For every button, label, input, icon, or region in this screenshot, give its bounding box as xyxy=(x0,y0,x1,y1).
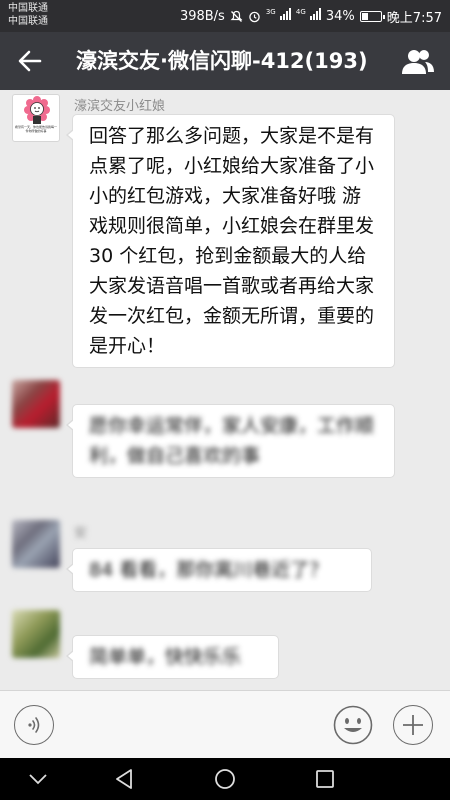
avatar[interactable] xyxy=(12,520,60,568)
recents-icon xyxy=(316,770,334,788)
title-bar: 濠滨交友·微信闪聊-412(193) xyxy=(0,32,450,90)
network-type-2: 4G xyxy=(295,8,306,16)
nav-recents-button[interactable] xyxy=(307,765,343,793)
voice-input-button[interactable] xyxy=(14,705,54,745)
message-bubble[interactable]: 84 看看，那你离川巷近了？ xyxy=(66,548,372,592)
message-bubble[interactable]: 愿你幸运常伴，家人安康，工作顺利，做自己喜欢的事 xyxy=(66,404,395,478)
signal-icon-2 xyxy=(309,8,321,20)
message-text: 简单单，快快乐乐 xyxy=(89,646,242,668)
message-list[interactable]: 希望有一天，你也能告诉我每一件你所做的好事 濠滨交友小红娘 回答了那么多问题，大… xyxy=(0,90,450,690)
nav-home-button[interactable] xyxy=(207,765,243,793)
carrier-label-1: 中国联通 xyxy=(8,3,48,14)
network-type-1: 3G xyxy=(265,8,276,16)
signal-group-2: 4G xyxy=(296,8,321,24)
message-bubble[interactable]: 简单单，快快乐乐 xyxy=(66,635,279,679)
status-indicators: 398B/s 3G 4G 34% 晚上7:57 xyxy=(179,7,442,26)
system-nav-bar xyxy=(0,758,450,800)
avatar-caption: 希望有一天，你也能告诉我每一件你所做的好事 xyxy=(15,125,58,133)
group-members-icon xyxy=(402,50,434,74)
avatar[interactable]: 希望有一天，你也能告诉我每一件你所做的好事 xyxy=(12,94,60,142)
message-text: 84 看看，那你离川巷近了？ xyxy=(89,559,329,581)
group-members-button[interactable] xyxy=(398,42,438,82)
signal-icon-1 xyxy=(279,8,291,20)
battery-percent: 34% xyxy=(325,8,355,24)
battery-icon xyxy=(359,10,385,22)
back-icon xyxy=(116,769,132,789)
flower-avatar-icon xyxy=(24,96,50,124)
sender-name: 濠滨交友小红娘 xyxy=(74,99,166,114)
collapse-icon xyxy=(29,774,47,785)
carrier-label-2: 中国联通 xyxy=(8,16,48,27)
voice-input-icon xyxy=(28,717,40,733)
status-bar: 中国联通 中国联通 398B/s 3G 4G 34% 晚上7:57 xyxy=(0,0,450,32)
chat-title: 濠滨交友·微信闪聊-412(193) xyxy=(76,49,368,73)
nav-back-button[interactable] xyxy=(106,765,142,793)
home-icon xyxy=(215,769,235,789)
mute-icon xyxy=(230,10,243,22)
back-arrow-icon xyxy=(18,50,42,72)
emoji-button[interactable] xyxy=(333,705,373,745)
collapse-button[interactable] xyxy=(20,765,56,793)
message-text: 愿你幸运常伴，家人安康，工作顺利，做自己喜欢的事 xyxy=(89,415,375,467)
input-bar xyxy=(0,690,450,758)
network-speed: 398B/s xyxy=(179,8,225,24)
back-button[interactable] xyxy=(10,41,50,81)
alarm-icon xyxy=(249,11,260,22)
message-bubble[interactable]: 回答了那么多问题，大家是不是有点累了呢，小红娘给大家准备了小小的红包游戏，大家准… xyxy=(66,114,395,368)
avatar[interactable] xyxy=(12,610,60,658)
avatar[interactable] xyxy=(12,380,60,428)
plus-icon xyxy=(403,715,423,735)
signal-group-1: 3G xyxy=(266,8,291,24)
more-options-button[interactable] xyxy=(393,705,433,745)
clock: 晚上7:57 xyxy=(386,10,442,26)
sender-name: 安 xyxy=(74,526,88,541)
emoji-icon xyxy=(333,705,373,745)
